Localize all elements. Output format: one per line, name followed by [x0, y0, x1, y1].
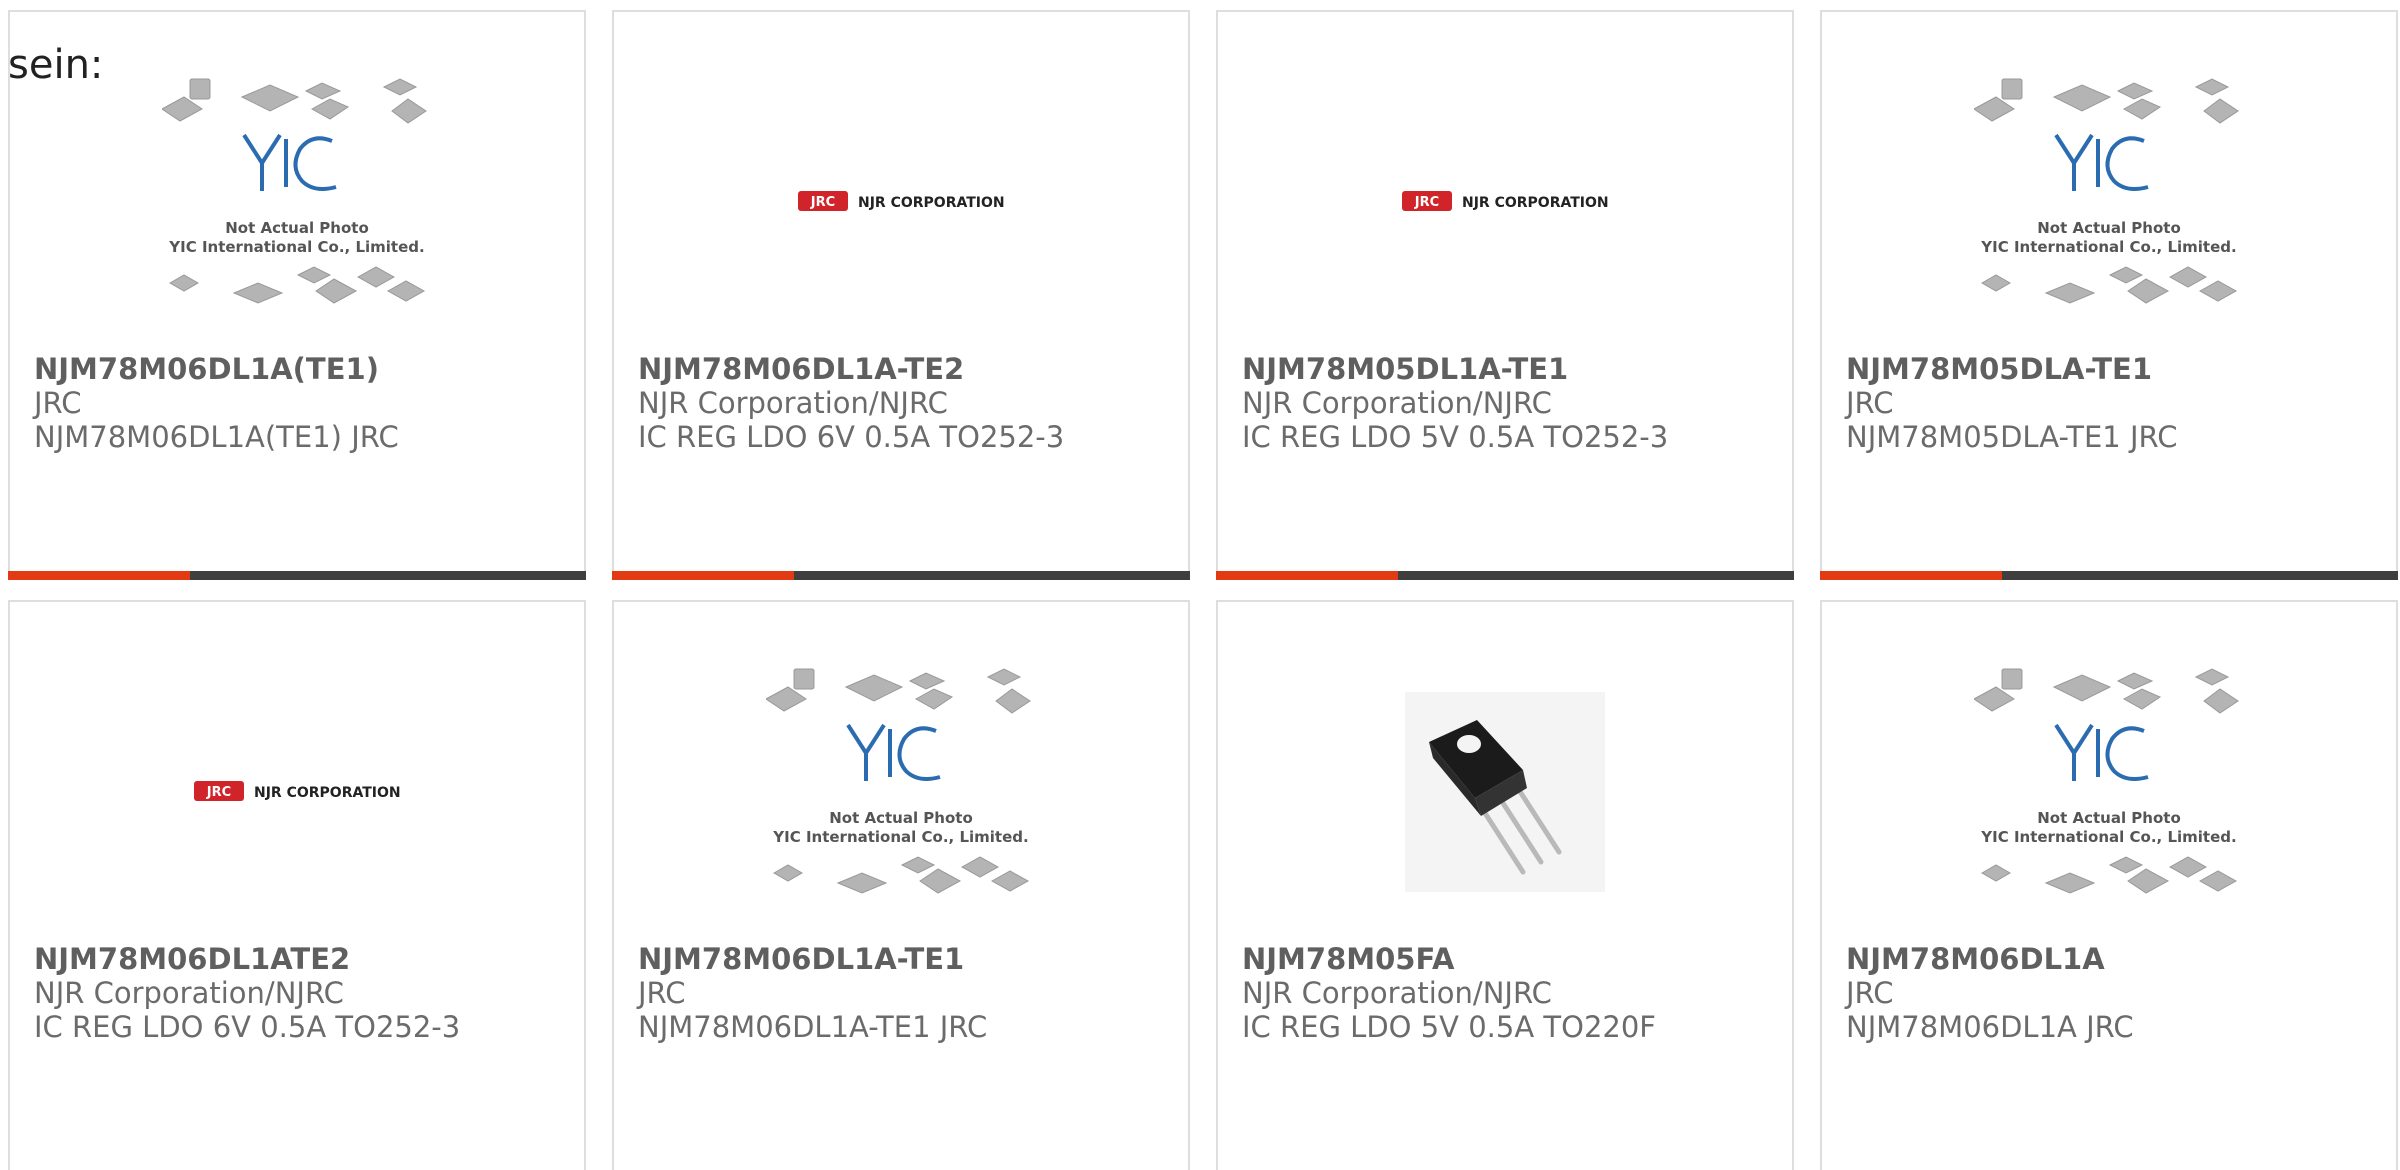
- manufacturer: JRC: [34, 386, 82, 420]
- card-bottom-bar: [612, 571, 1190, 580]
- part-number[interactable]: NJM78M06DL1A: [1846, 942, 2380, 976]
- part-number[interactable]: NJM78M06DL1A-TE1: [638, 942, 1172, 976]
- yic-placeholder-icon: Not Actual Photo YIC International Co., …: [766, 668, 1031, 894]
- svg-text:Not Actual Photo: Not Actual Photo: [829, 809, 973, 827]
- njr-logo-icon: JRC NJR CORPORATION: [1402, 191, 1609, 211]
- svg-text:JRC: JRC: [1414, 195, 1439, 210]
- card-bottom-bar: [8, 571, 586, 580]
- manufacturer: NJR Corporation/NJRC: [1242, 386, 1552, 420]
- svg-text:NJR CORPORATION: NJR CORPORATION: [254, 785, 401, 801]
- description: IC REG LDO 5V 0.5A TO252-3: [1242, 420, 1669, 454]
- part-number[interactable]: NJM78M06DL1A(TE1): [34, 352, 568, 386]
- manufacturer: NJR Corporation/NJRC: [34, 976, 344, 1010]
- card-bottom-bar: [1216, 571, 1794, 580]
- svg-text:NJR CORPORATION: NJR CORPORATION: [858, 195, 1005, 211]
- svg-text:JRC: JRC: [206, 785, 231, 800]
- description: IC REG LDO 5V 0.5A TO220F: [1242, 1010, 1656, 1044]
- svg-text:YIC International Co., Limited: YIC International Co., Limited.: [1980, 828, 2236, 846]
- njr-logo-icon: JRC NJR CORPORATION: [798, 191, 1005, 211]
- manufacturer: NJR Corporation/NJRC: [1242, 976, 1552, 1010]
- product-image[interactable]: Not Actual Photo YIC International Co., …: [614, 642, 1188, 942]
- product-card[interactable]: Not Actual Photo YIC International Co., …: [8, 10, 586, 580]
- product-image[interactable]: Not Actual Photo YIC International Co., …: [1822, 52, 2396, 352]
- svg-text:YIC International Co., Limited: YIC International Co., Limited.: [168, 238, 424, 256]
- part-number[interactable]: NJM78M06DL1ATE2: [34, 942, 568, 976]
- product-image[interactable]: JRC NJR CORPORATION: [614, 52, 1188, 352]
- product-card[interactable]: JRC NJR CORPORATION NJM78M05DL1A-TE1 NJR…: [1216, 10, 1794, 580]
- product-image[interactable]: JRC NJR CORPORATION: [1218, 52, 1792, 352]
- product-image[interactable]: [1218, 642, 1792, 942]
- manufacturer: JRC: [1846, 386, 1894, 420]
- description: NJM78M06DL1A JRC: [1846, 1010, 2134, 1044]
- part-number[interactable]: NJM78M05DL1A-TE1: [1242, 352, 1776, 386]
- product-card[interactable]: Not Actual Photo YIC International Co., …: [1820, 10, 2398, 580]
- njr-logo-icon: JRC NJR CORPORATION: [194, 781, 401, 801]
- product-card[interactable]: JRC NJR CORPORATION NJM78M06DL1ATE2 NJR …: [8, 600, 586, 1170]
- manufacturer: JRC: [1846, 976, 1894, 1010]
- description: IC REG LDO 6V 0.5A TO252-3: [638, 420, 1065, 454]
- to220f-package-icon: [1405, 692, 1605, 892]
- product-image[interactable]: Not Actual Photo YIC International Co., …: [10, 52, 584, 352]
- description: NJM78M05DLA-TE1 JRC: [1846, 420, 2178, 454]
- product-image[interactable]: JRC NJR CORPORATION: [10, 642, 584, 942]
- svg-text:Not Actual Photo: Not Actual Photo: [2037, 809, 2181, 827]
- svg-text:NJR CORPORATION: NJR CORPORATION: [1462, 195, 1609, 211]
- yic-placeholder-icon: Not Actual Photo YIC International Co., …: [162, 78, 427, 304]
- manufacturer: JRC: [638, 976, 686, 1010]
- product-card[interactable]: Not Actual Photo YIC International Co., …: [1820, 600, 2398, 1170]
- intro-text: sein:: [8, 42, 104, 88]
- svg-text:Not Actual Photo: Not Actual Photo: [2037, 219, 2181, 237]
- manufacturer: NJR Corporation/NJRC: [638, 386, 948, 420]
- svg-text:Not Actual Photo: Not Actual Photo: [225, 219, 369, 237]
- yic-placeholder-icon: Not Actual Photo YIC International Co., …: [1974, 668, 2239, 894]
- card-bottom-bar: [1820, 571, 2398, 580]
- part-number[interactable]: NJM78M05FA: [1242, 942, 1776, 976]
- description: NJM78M06DL1A(TE1) JRC: [34, 420, 399, 454]
- svg-text:YIC International Co., Limited: YIC International Co., Limited.: [772, 828, 1028, 846]
- product-card[interactable]: Not Actual Photo YIC International Co., …: [612, 600, 1190, 1170]
- product-card[interactable]: JRC NJR CORPORATION NJM78M06DL1A-TE2 NJR…: [612, 10, 1190, 580]
- svg-text:YIC International Co., Limited: YIC International Co., Limited.: [1980, 238, 2236, 256]
- product-image[interactable]: Not Actual Photo YIC International Co., …: [1822, 642, 2396, 942]
- svg-text:JRC: JRC: [810, 195, 835, 210]
- description: IC REG LDO 6V 0.5A TO252-3: [34, 1010, 461, 1044]
- product-card[interactable]: NJM78M05FA NJR Corporation/NJRC IC REG L…: [1216, 600, 1794, 1170]
- part-number[interactable]: NJM78M05DLA-TE1: [1846, 352, 2380, 386]
- part-number[interactable]: NJM78M06DL1A-TE2: [638, 352, 1172, 386]
- yic-placeholder-icon: Not Actual Photo YIC International Co., …: [1974, 78, 2239, 304]
- description: NJM78M06DL1A-TE1 JRC: [638, 1010, 988, 1044]
